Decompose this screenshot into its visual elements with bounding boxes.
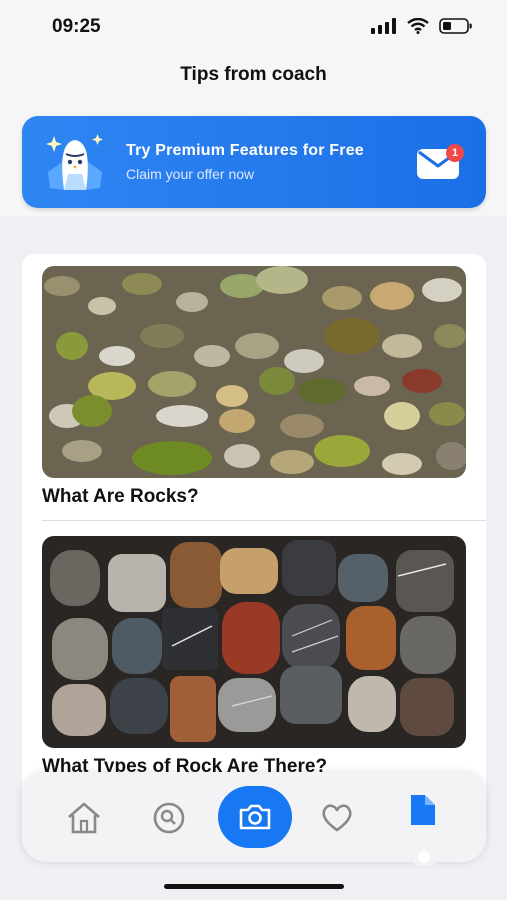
document-icon	[411, 795, 435, 825]
wifi-icon	[407, 18, 429, 34]
article-image-rocks[interactable]	[42, 266, 466, 478]
mail-badge: 1	[446, 144, 464, 162]
tips-card: What Are Rocks? What Types of Rock Are T…	[22, 254, 486, 814]
home-indicator	[164, 884, 344, 889]
tab-tips[interactable]	[404, 792, 440, 828]
status-bar: 09:25	[0, 0, 507, 56]
status-icons	[371, 18, 473, 34]
home-icon	[68, 802, 100, 834]
page-title: Tips from coach	[180, 64, 327, 85]
heart-icon	[322, 804, 352, 832]
camera-icon	[239, 804, 271, 830]
banner-subtitle: Claim your offer now	[126, 166, 255, 182]
cellular-signal-icon	[371, 18, 396, 34]
banner-title: Try Premium Features for Free	[126, 142, 364, 159]
tab-search[interactable]	[151, 800, 187, 836]
tab-camera[interactable]	[218, 786, 292, 848]
polished-rocks-photo	[42, 536, 466, 748]
tab-favorites[interactable]	[319, 800, 355, 836]
battery-icon	[439, 18, 472, 34]
divider	[42, 520, 486, 521]
mascot-icon	[46, 134, 103, 190]
pebbles-photo	[42, 266, 466, 478]
article-title[interactable]: What Are Rocks?	[42, 486, 199, 508]
premium-banner[interactable]: Try Premium Features for Free Claim your…	[22, 116, 486, 208]
status-time: 09:25	[52, 16, 101, 37]
search-icon	[153, 802, 185, 834]
tab-home[interactable]	[66, 800, 102, 836]
header: Tips from coach Try Premium Features for…	[0, 56, 507, 216]
floating-handle[interactable]	[412, 848, 438, 866]
article-image-rock-types[interactable]	[42, 536, 466, 748]
